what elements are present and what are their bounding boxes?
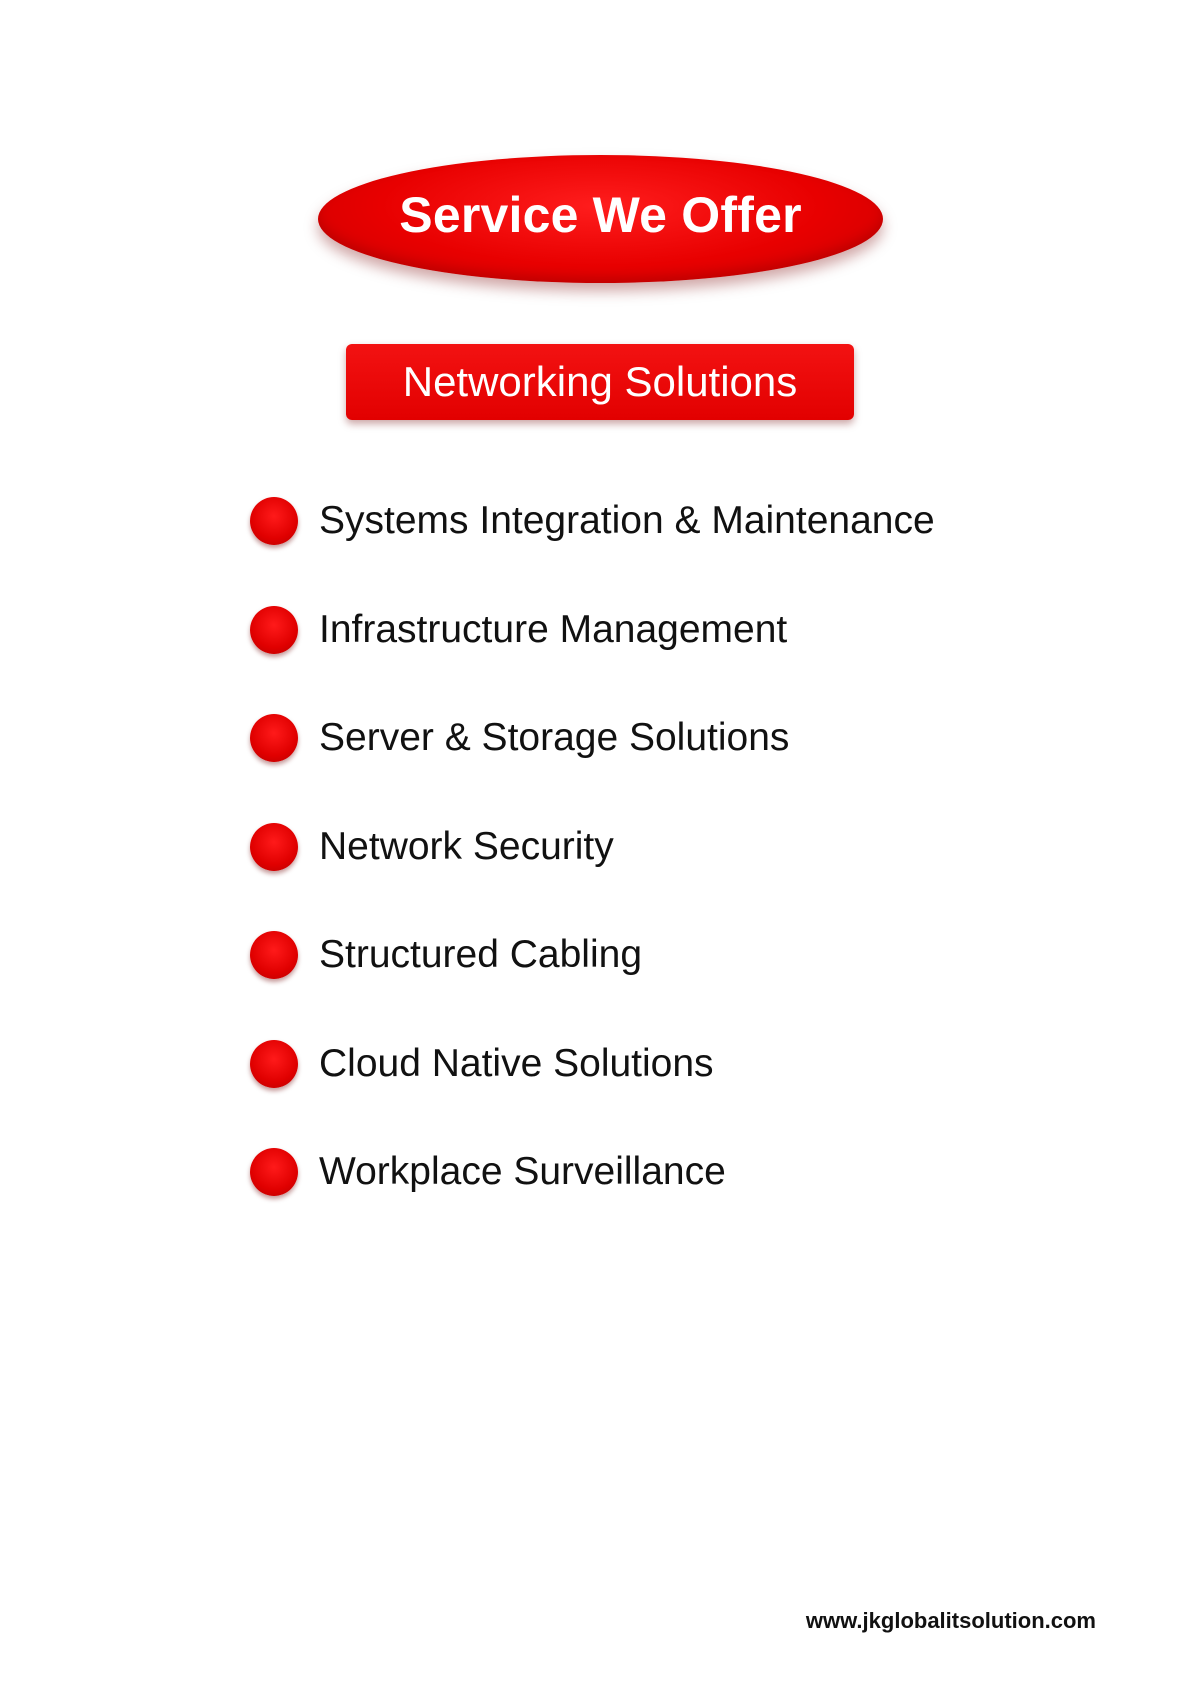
page-title: Service We Offer [399,187,802,243]
list-item: Infrastructure Management [250,604,935,713]
list-item: Structured Cabling [250,929,935,1038]
red-circle-bullet-icon [250,497,298,545]
service-label: Workplace Surveillance [319,1150,726,1193]
list-item: Server & Storage Solutions [250,712,935,821]
list-item: Network Security [250,821,935,930]
red-circle-bullet-icon [250,822,298,871]
website-url[interactable]: www.jkglobalitsolution.com [806,1608,1096,1634]
subtitle-banner: Networking Solutions [346,344,854,420]
service-label: Network Security [319,824,614,868]
service-label: Infrastructure Management [319,607,788,651]
red-circle-bullet-icon [250,714,298,762]
red-circle-bullet-icon [250,605,298,654]
red-circle-bullet-icon [250,931,298,979]
service-label: Structured Cabling [319,933,643,976]
section-subtitle: Networking Solutions [402,358,798,405]
list-item: Cloud Native Solutions [250,1038,935,1147]
service-list: Systems Integration & Maintenance Infras… [250,495,935,1255]
service-label: Cloud Native Solutions [319,1041,714,1085]
red-circle-bullet-icon [250,1148,298,1196]
list-item: Systems Integration & Maintenance [250,495,935,604]
service-label: Systems Integration & Maintenance [319,499,935,542]
title-banner: Service We Offer [318,155,883,283]
red-circle-bullet-icon [250,1039,298,1088]
list-item: Workplace Surveillance [250,1146,935,1255]
document-page: Service We Offer Networking Solutions Sy… [0,0,1191,1684]
service-label: Server & Storage Solutions [319,716,790,759]
